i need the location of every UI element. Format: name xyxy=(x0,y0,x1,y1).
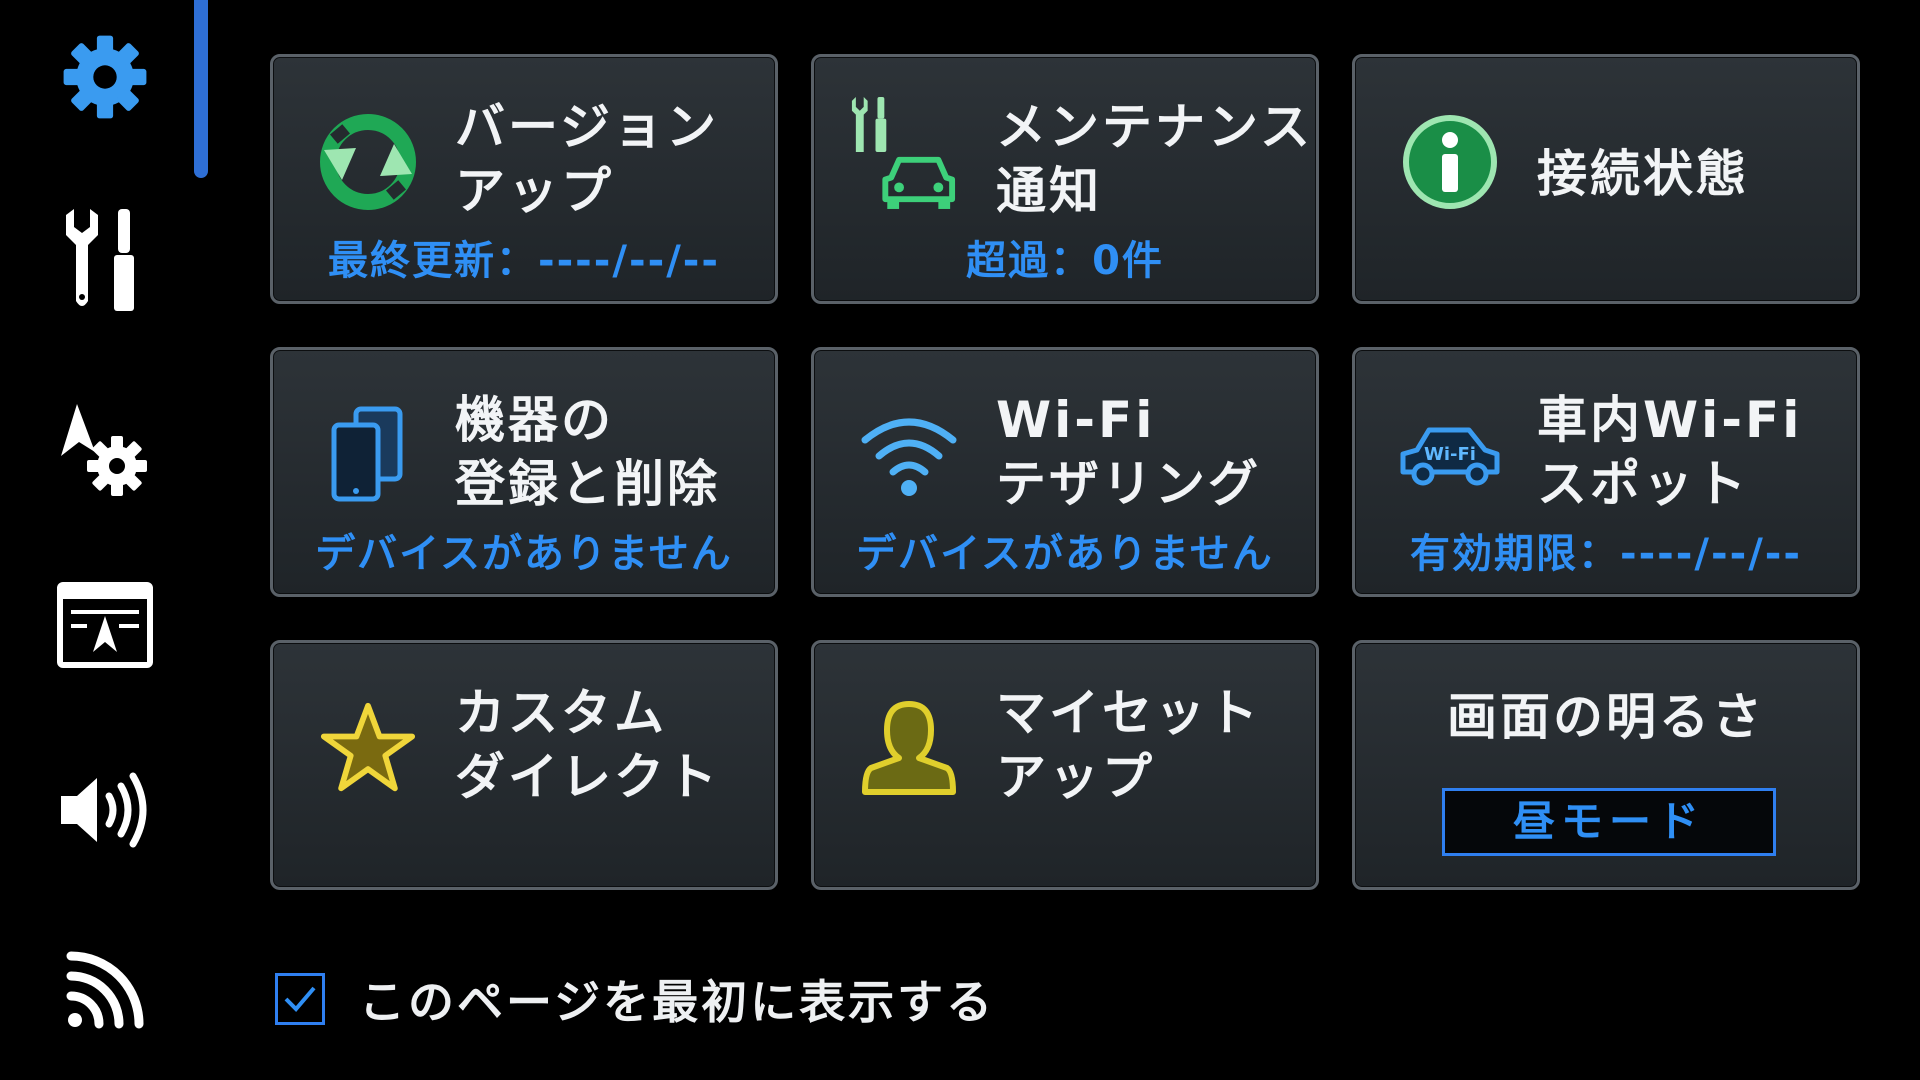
person-icon xyxy=(854,693,964,803)
phone-devices-icon xyxy=(313,400,423,510)
tile-status: 最終更新：----/--/-- xyxy=(327,238,721,284)
tile-car-wifi-spot[interactable]: Wi-Fi 車内Wi-Fi スポット 有効期限：----/--/-- xyxy=(1352,347,1860,597)
car-wifi-icon: Wi-Fi xyxy=(1391,400,1507,510)
day-mode-button[interactable]: 昼モード xyxy=(1442,788,1776,856)
tile-title: メンテナンス 通知 xyxy=(996,98,1313,220)
tile-custom-direct[interactable]: カスタム ダイレクト xyxy=(270,640,778,890)
tile-title: Wi-Fi テザリング xyxy=(996,391,1261,513)
speaker-volume-icon xyxy=(61,772,147,848)
sidebar-item-display[interactable] xyxy=(40,560,170,690)
sidebar-scroll-indicator[interactable] xyxy=(194,0,208,178)
tile-wifi-tethering[interactable]: Wi-Fi テザリング デバイスがありません xyxy=(811,347,1319,597)
show-first-checkbox[interactable] xyxy=(275,973,325,1025)
tile-status: 超過：0件 xyxy=(966,238,1164,284)
tile-title: 画面の明るさ xyxy=(1447,688,1765,746)
sidebar-item-navigation-settings[interactable] xyxy=(40,385,170,515)
refresh-icon xyxy=(313,107,423,217)
tile-title: 接続状態 xyxy=(1537,145,1749,203)
checkmark-icon xyxy=(284,986,316,1012)
tile-title: 車内Wi-Fi スポット xyxy=(1537,391,1803,513)
wireless-signal-icon xyxy=(66,951,144,1029)
tile-status: 有効期限：----/--/-- xyxy=(1409,531,1803,577)
display-screen-icon xyxy=(57,582,153,668)
navigation-settings-icon xyxy=(61,404,147,496)
sidebar-item-maintenance[interactable] xyxy=(40,195,170,325)
car-wifi-badge: Wi-Fi xyxy=(1424,444,1476,465)
sidebar-item-connectivity[interactable] xyxy=(40,925,170,1055)
wifi-icon xyxy=(854,400,964,510)
show-first-label[interactable]: このページを最初に表示する xyxy=(359,966,995,1032)
tile-title: マイセット アップ xyxy=(996,684,1261,806)
settings-menu-screen: バージョン アップ 最終更新：----/--/-- メンテナンス 通知 超過：0… xyxy=(0,0,1920,1080)
tile-device-registration[interactable]: 機器の 登録と削除 デバイスがありません xyxy=(270,347,778,597)
tile-my-setup[interactable]: マイセット アップ xyxy=(811,640,1319,890)
gear-icon xyxy=(63,35,147,119)
sidebar-item-volume[interactable] xyxy=(40,745,170,875)
tile-title: バージョン アップ xyxy=(455,98,719,220)
tile-title: カスタム ダイレクト xyxy=(455,684,720,806)
maintenance-car-icon xyxy=(848,97,958,209)
sidebar xyxy=(0,0,210,1080)
wrench-screwdriver-icon xyxy=(66,209,134,311)
star-icon xyxy=(313,693,423,803)
tile-status: デバイスがありません xyxy=(856,531,1274,577)
sidebar-item-settings[interactable] xyxy=(40,12,170,142)
tile-connection-status[interactable]: 接続状態 xyxy=(1352,54,1860,304)
tile-screen-brightness[interactable]: 画面の明るさ 昼モード xyxy=(1352,640,1860,890)
tile-maintenance-notice[interactable]: メンテナンス 通知 超過：0件 xyxy=(811,54,1319,304)
show-first-option: このページを最初に表示する xyxy=(275,966,995,1032)
tile-version-up[interactable]: バージョン アップ 最終更新：----/--/-- xyxy=(270,54,778,304)
info-icon xyxy=(1395,107,1505,217)
tile-title: 機器の 登録と削除 xyxy=(455,391,720,513)
tile-status: デバイスがありません xyxy=(315,531,733,577)
